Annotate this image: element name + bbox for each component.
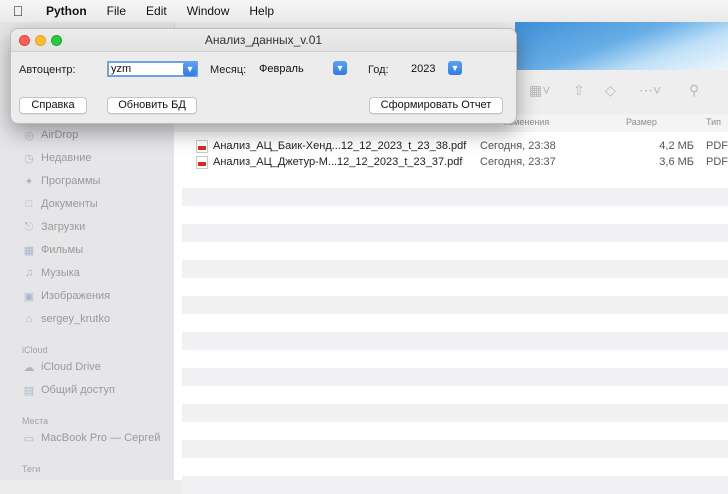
file-row[interactable]: Анализ_АЦ_Баик-Хенд...12_12_2023_t_23_38… [174,138,728,154]
dialog-title: Анализ_данных_v.01 [204,33,323,47]
sidebar-item-music[interactable]: ♫ Музыка [22,264,80,282]
empty-row [182,188,728,206]
column-type[interactable]: Тип [706,117,721,127]
empty-row [182,440,728,458]
sidebar-item-shared[interactable]: ▤ Общий доступ [22,381,115,399]
sidebar-item-label: Музыка [41,267,80,279]
sidebar-item-label: MacBook Pro — Сергей [41,432,161,444]
sidebar-item-label: AirDrop [41,129,79,141]
refresh-db-button[interactable]: Обновить БД [107,97,197,114]
empty-row [182,296,728,314]
generate-report-button[interactable]: Сформировать Отчет [369,97,503,114]
dealer-dropdown-button[interactable]: ▼ [183,62,197,76]
file-type: PDF [706,156,728,168]
sidebar-item-label: Фильмы [41,244,84,256]
file-row[interactable]: Анализ_АЦ_Джетур-М...12_12_2023_t_23_37.… [174,154,728,170]
sidebar-item-documents[interactable]: □ Документы [22,195,98,213]
help-button[interactable]: Справка [19,97,87,114]
dealer-label: Автоцентр: [19,64,76,76]
sidebar-heading-tags: Теги [22,464,41,474]
menu-bar:  Python File Edit Window Help [0,0,728,22]
empty-row [182,404,728,422]
file-size: 3,6 МБ [659,156,694,168]
empty-row [182,332,728,350]
menu-help[interactable]: Help [239,4,284,18]
airdrop-icon: ◎ [24,129,34,142]
column-size[interactable]: Размер [626,117,657,127]
sidebar-item-label: iCloud Drive [41,361,101,373]
music-icon: ♫ [24,267,34,279]
sidebar-item-label: Общий доступ [41,384,115,396]
sidebar-item-icloud-drive[interactable]: ☁ iCloud Drive [22,358,101,376]
laptop-icon: ▭ [23,432,35,445]
file-size: 4,2 МБ [659,140,694,152]
sidebar-item-home[interactable]: ⌂ sergey_krutko [22,310,110,328]
dialog-titlebar[interactable]: Анализ_данных_v.01 [11,29,516,52]
more-actions-icon[interactable]: ⋯˅ [639,82,661,100]
file-name: Анализ_АЦ_Баик-Хенд...12_12_2023_t_23_38… [213,140,467,152]
document-icon: □ [25,198,33,210]
sidebar-item-label: Изображения [41,290,111,302]
file-date: Сегодня, 23:37 [480,156,556,168]
sidebar-item-airdrop[interactable]: ◎ AirDrop [22,126,78,144]
sidebar-item-recents[interactable]: ◷ Недавние [22,149,92,167]
apple-icon[interactable]:  [0,3,36,19]
sidebar-item-macbook[interactable]: ▭ MacBook Pro — Сергей [22,429,161,447]
sidebar-heading-places: Места [22,416,49,426]
analysis-dialog-window: Анализ_данных_v.01 Автоцентр: ▼ Месяц: Ф… [10,28,517,124]
shared-folder-icon: ▤ [23,384,35,397]
home-icon: ⌂ [25,313,33,325]
search-icon[interactable]: ⚲ [689,82,699,100]
pdf-file-icon [196,140,208,153]
sidebar-item-movies[interactable]: ▦ Фильмы [22,241,83,259]
file-list: Анализ_АЦ_Баик-Хенд...12_12_2023_t_23_38… [174,132,728,494]
menu-window[interactable]: Window [177,4,240,18]
file-type: PDF [706,140,728,152]
clock-icon: ◷ [24,152,34,165]
sidebar-item-downloads[interactable]: ⎋ Загрузки [22,218,86,236]
sidebar-item-label: Документы [41,198,98,210]
tag-icon[interactable]: ◇ [605,82,616,100]
share-icon[interactable]: ⇧ [573,82,585,100]
film-icon: ▦ [23,244,35,257]
menu-app-name[interactable]: Python [36,4,97,18]
sidebar-item-pictures[interactable]: ▣ Изображения [22,287,110,305]
apps-icon: ✦ [24,175,34,188]
year-label: Год: [368,64,389,76]
sidebar-item-label: Недавние [41,152,92,164]
year-dropdown-button[interactable]: ▼ [448,61,462,75]
menu-edit[interactable]: Edit [136,4,177,18]
empty-row [182,224,728,242]
month-label: Месяц: [210,64,247,76]
sidebar-item-applications[interactable]: ✦ Программы [22,172,100,190]
pdf-file-icon [196,156,208,169]
sidebar-item-label: Программы [41,175,101,187]
empty-row [182,368,728,386]
finder-toolbar: ▦˅ ⇧ ◇ ⋯˅ ⚲ [515,70,728,115]
empty-row [182,476,728,494]
sidebar-item-label: sergey_krutko [41,313,111,325]
desktop-wallpaper [515,22,728,70]
month-select-value[interactable]: Февраль [259,63,304,75]
empty-row [182,260,728,278]
download-icon: ⎋ [24,220,34,233]
sidebar-heading-icloud: iCloud [22,345,48,355]
cloud-icon: ☁ [23,361,35,374]
menu-file[interactable]: File [97,4,136,18]
file-name: Анализ_АЦ_Джетур-М...12_12_2023_t_23_37.… [213,156,463,168]
photo-icon: ▣ [23,290,35,303]
file-date: Сегодня, 23:38 [480,140,556,152]
month-dropdown-button[interactable]: ▼ [333,61,347,75]
sidebar-item-label: Загрузки [41,221,86,233]
year-select-value[interactable]: 2023 [411,63,435,75]
view-grid-icon[interactable]: ▦˅ [529,82,550,100]
